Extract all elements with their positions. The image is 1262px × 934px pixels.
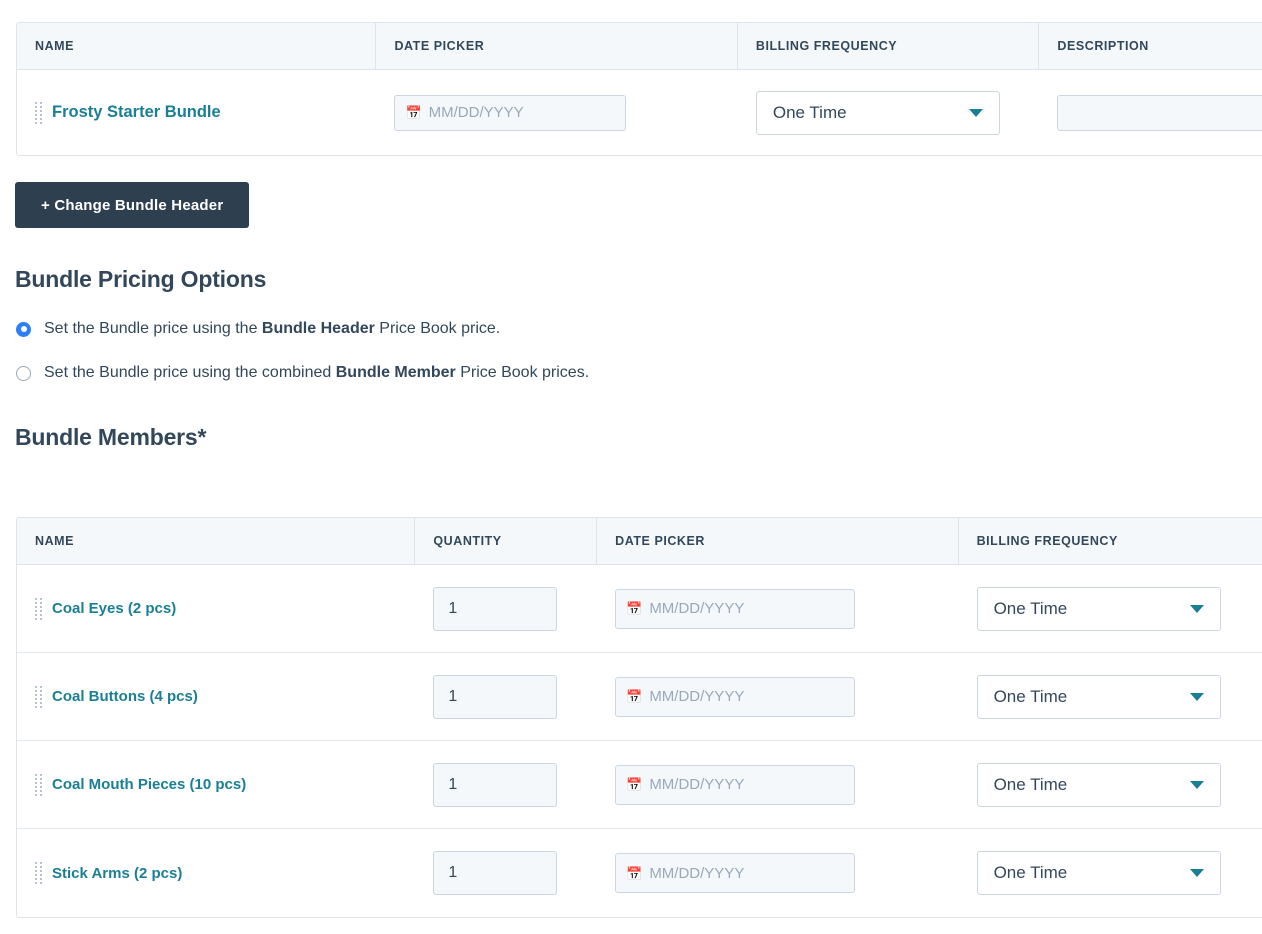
member-date-cell: 📅 MM/DD/YYYY xyxy=(597,653,958,740)
chevron-down-icon xyxy=(1190,693,1204,701)
member-quantity-input[interactable]: 1 xyxy=(433,763,557,807)
pricing-option-1-strong: Bundle Member xyxy=(336,364,456,381)
calendar-icon: 📅 xyxy=(405,106,421,119)
pricing-option-0-prefix: Set the Bundle price using the xyxy=(44,320,262,337)
table-row: Coal Mouth Pieces (10 pcs) 1 📅 MM/DD/YYY… xyxy=(17,741,1262,829)
bundle-header-description-input[interactable] xyxy=(1057,95,1262,131)
member-name-link[interactable]: Stick Arms (2 pcs) xyxy=(52,865,182,882)
member-billing-value: One Time xyxy=(994,775,1068,795)
member-quantity-input[interactable]: 1 xyxy=(433,675,557,719)
pricing-option-0-strong: Bundle Header xyxy=(262,320,375,337)
member-name-link[interactable]: Coal Buttons (4 pcs) xyxy=(52,688,198,705)
member-date-placeholder: MM/DD/YYYY xyxy=(649,776,744,793)
bundle-header-description-cell xyxy=(1039,70,1262,155)
member-date-placeholder: MM/DD/YYYY xyxy=(649,688,744,705)
member-billing-cell: One Time xyxy=(959,829,1262,917)
bundle-members-heading: Bundle Members* xyxy=(15,424,206,451)
bundle-header-billing-value: One Time xyxy=(773,103,847,123)
member-billing-select[interactable]: One Time xyxy=(977,675,1221,719)
chevron-down-icon xyxy=(1190,605,1204,613)
chevron-down-icon xyxy=(969,109,983,117)
member-column-header-billing-frequency: BILLING FREQUENCY xyxy=(959,518,1262,564)
member-quantity-cell: 1 xyxy=(415,565,597,652)
column-header-date-picker: DATE PICKER xyxy=(376,23,737,69)
pricing-option-0-suffix: Price Book price. xyxy=(375,320,500,337)
member-date-cell: 📅 MM/DD/YYYY xyxy=(597,829,958,917)
member-date-cell: 📅 MM/DD/YYYY xyxy=(597,565,958,652)
member-column-header-date-picker: DATE PICKER xyxy=(597,518,958,564)
member-billing-value: One Time xyxy=(994,863,1068,883)
calendar-icon: 📅 xyxy=(626,778,642,791)
radio-bundle-member[interactable] xyxy=(16,366,31,381)
pricing-option-bundle-header-label: Set the Bundle price using the Bundle He… xyxy=(44,320,500,338)
member-date-input[interactable]: 📅 MM/DD/YYYY xyxy=(615,853,855,893)
bundle-header-billing-select[interactable]: One Time xyxy=(756,91,1000,135)
table-row: Coal Buttons (4 pcs) 1 📅 MM/DD/YYYY One … xyxy=(17,653,1262,741)
radio-bundle-header[interactable] xyxy=(16,322,31,337)
member-date-input[interactable]: 📅 MM/DD/YYYY xyxy=(615,677,855,717)
drag-grip-icon[interactable] xyxy=(35,598,42,620)
column-header-name: NAME xyxy=(17,23,376,69)
member-billing-select[interactable]: One Time xyxy=(977,587,1221,631)
member-billing-value: One Time xyxy=(994,687,1068,707)
drag-grip-icon[interactable] xyxy=(35,686,42,708)
member-date-input[interactable]: 📅 MM/DD/YYYY xyxy=(615,589,855,629)
member-name-cell: Stick Arms (2 pcs) xyxy=(17,829,415,917)
bundle-editor-page: NAME DATE PICKER BILLING FREQUENCY DESCR… xyxy=(0,0,1262,934)
chevron-down-icon xyxy=(1190,781,1204,789)
member-quantity-cell: 1 xyxy=(415,653,597,740)
member-quantity-cell: 1 xyxy=(415,741,597,828)
member-date-placeholder: MM/DD/YYYY xyxy=(649,865,744,882)
bundle-header-date-input[interactable]: 📅 MM/DD/YYYY xyxy=(394,95,626,131)
bundle-header-billing-cell: One Time xyxy=(738,70,1040,155)
member-name-cell: Coal Eyes (2 pcs) xyxy=(17,565,415,652)
member-name-cell: Coal Mouth Pieces (10 pcs) xyxy=(17,741,415,828)
chevron-down-icon xyxy=(1190,869,1204,877)
drag-grip-icon[interactable] xyxy=(35,102,42,124)
bundle-members-table-head: NAME QUANTITY DATE PICKER BILLING FREQUE… xyxy=(17,518,1262,565)
member-billing-cell: One Time xyxy=(959,741,1262,828)
column-header-billing-frequency: BILLING FREQUENCY xyxy=(738,23,1040,69)
bundle-header-name-link[interactable]: Frosty Starter Bundle xyxy=(52,103,221,122)
pricing-option-bundle-header[interactable]: Set the Bundle price using the Bundle He… xyxy=(16,320,500,338)
member-date-placeholder: MM/DD/YYYY xyxy=(649,600,744,617)
member-quantity-input[interactable]: 1 xyxy=(433,587,557,631)
pricing-option-bundle-member-label: Set the Bundle price using the combined … xyxy=(44,364,589,382)
bundle-header-table: NAME DATE PICKER BILLING FREQUENCY DESCR… xyxy=(16,22,1262,156)
bundle-header-date-placeholder: MM/DD/YYYY xyxy=(429,104,524,121)
member-column-header-quantity: QUANTITY xyxy=(415,518,597,564)
calendar-icon: 📅 xyxy=(626,690,642,703)
member-billing-select[interactable]: One Time xyxy=(977,851,1221,895)
bundle-header-date-cell: 📅 MM/DD/YYYY xyxy=(376,70,737,155)
member-column-header-name: NAME xyxy=(17,518,415,564)
member-name-link[interactable]: Coal Mouth Pieces (10 pcs) xyxy=(52,776,246,793)
bundle-header-table-head: NAME DATE PICKER BILLING FREQUENCY DESCR… xyxy=(17,23,1262,70)
table-row: Stick Arms (2 pcs) 1 📅 MM/DD/YYYY One Ti… xyxy=(17,829,1262,917)
member-billing-cell: One Time xyxy=(959,565,1262,652)
drag-grip-icon[interactable] xyxy=(35,862,42,884)
bundle-pricing-options-heading: Bundle Pricing Options xyxy=(15,266,266,293)
member-date-input[interactable]: 📅 MM/DD/YYYY xyxy=(615,765,855,805)
column-header-description: DESCRIPTION xyxy=(1039,23,1262,69)
table-row: Coal Eyes (2 pcs) 1 📅 MM/DD/YYYY One Tim… xyxy=(17,565,1262,653)
bundle-header-name-cell: Frosty Starter Bundle xyxy=(17,70,376,155)
member-name-link[interactable]: Coal Eyes (2 pcs) xyxy=(52,600,176,617)
bundle-members-table: NAME QUANTITY DATE PICKER BILLING FREQUE… xyxy=(16,517,1262,918)
member-billing-cell: One Time xyxy=(959,653,1262,740)
member-name-cell: Coal Buttons (4 pcs) xyxy=(17,653,415,740)
pricing-option-1-suffix: Price Book prices. xyxy=(456,364,589,381)
pricing-option-bundle-member[interactable]: Set the Bundle price using the combined … xyxy=(16,364,589,382)
member-quantity-cell: 1 xyxy=(415,829,597,917)
drag-grip-icon[interactable] xyxy=(35,774,42,796)
pricing-option-1-prefix: Set the Bundle price using the combined xyxy=(44,364,336,381)
member-date-cell: 📅 MM/DD/YYYY xyxy=(597,741,958,828)
member-billing-select[interactable]: One Time xyxy=(977,763,1221,807)
member-quantity-input[interactable]: 1 xyxy=(433,851,557,895)
calendar-icon: 📅 xyxy=(626,867,642,880)
member-billing-value: One Time xyxy=(994,599,1068,619)
calendar-icon: 📅 xyxy=(626,602,642,615)
bundle-header-row: Frosty Starter Bundle 📅 MM/DD/YYYY One T… xyxy=(17,70,1262,155)
change-bundle-header-button[interactable]: + Change Bundle Header xyxy=(15,182,249,228)
